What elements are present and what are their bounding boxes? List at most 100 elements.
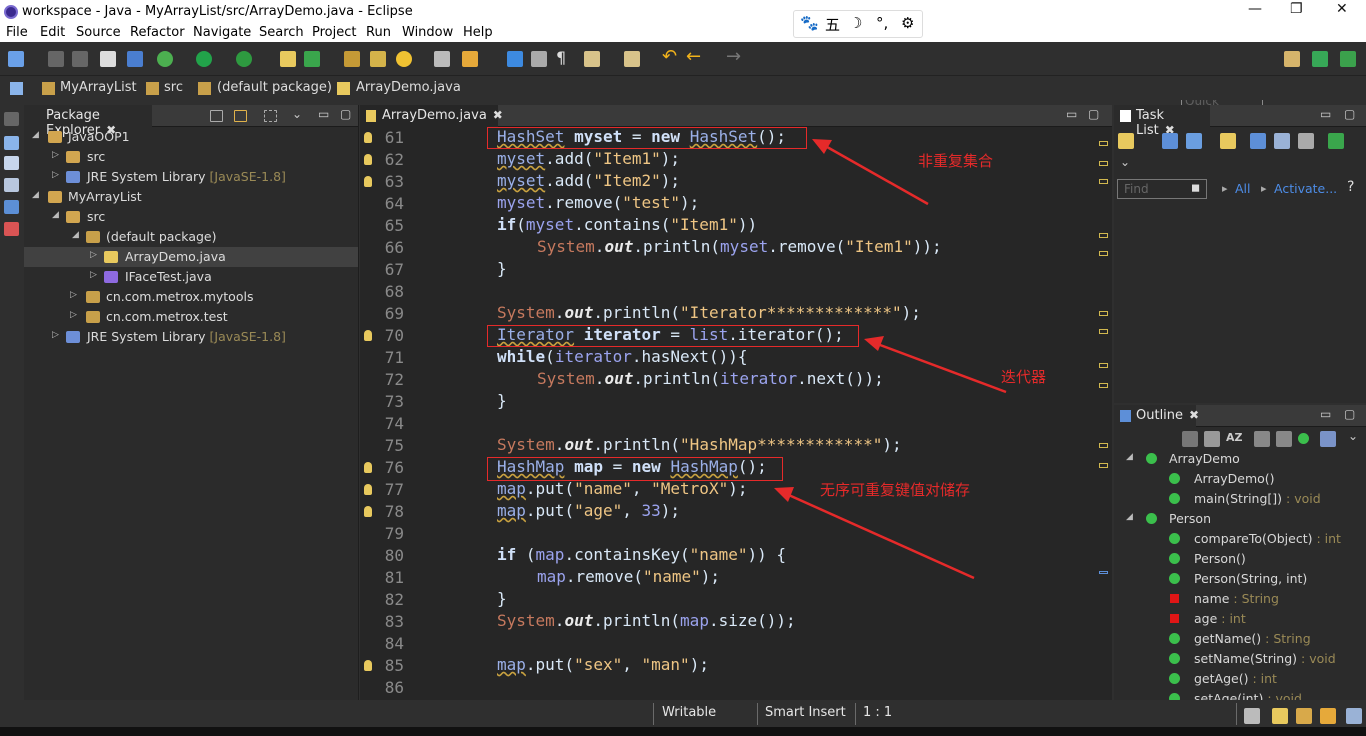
javadoc-icon[interactable] <box>4 156 19 170</box>
hide-local-types-icon[interactable] <box>1320 431 1336 447</box>
warning-marker[interactable] <box>1099 233 1108 238</box>
outline-item[interactable]: ◢ Person <box>1114 509 1366 529</box>
code-line[interactable]: } <box>497 589 507 608</box>
open-perspective-icon[interactable] <box>1284 51 1300 67</box>
skip-breakpoints-icon[interactable] <box>100 51 116 67</box>
collapse-all-icon[interactable] <box>1204 431 1220 447</box>
focus-icon[interactable] <box>264 110 277 122</box>
block-select-icon[interactable] <box>531 51 547 67</box>
code-line[interactable]: if(myset.contains("Item1")) <box>497 215 757 234</box>
status-insert-mode[interactable]: Smart Insert <box>765 705 846 720</box>
tree-item-arraydemo[interactable]: ▷ ArrayDemo.java <box>24 247 358 267</box>
prev-annotation-icon[interactable] <box>624 51 640 67</box>
code-line[interactable]: myset.add("Item2"); <box>497 171 680 190</box>
link-editor-icon[interactable] <box>234 110 247 122</box>
trim-bookmark-icon[interactable] <box>1272 708 1288 724</box>
warning-marker[interactable] <box>1099 443 1108 448</box>
trim-window-icon[interactable] <box>1244 708 1260 724</box>
outline-item[interactable]: age : int <box>1114 609 1366 629</box>
collapse-arrow-icon[interactable]: ◢ <box>1126 512 1133 522</box>
maximize-view-icon[interactable]: ▢ <box>1344 407 1355 421</box>
minimize-view-icon[interactable]: ▭ <box>318 107 329 121</box>
tab-package-explorer[interactable]: Package Explorer ✖ <box>24 105 152 138</box>
declaration-icon[interactable] <box>4 178 19 192</box>
code-line[interactable]: } <box>497 391 507 410</box>
annotation-icon[interactable] <box>434 51 450 67</box>
collapse-arrow-icon[interactable]: ◢ <box>1126 452 1133 462</box>
tree-item-src[interactable]: ◢ src <box>24 207 358 227</box>
outline-item[interactable]: getAge() : int <box>1114 669 1366 689</box>
tree-item-src[interactable]: ▷ src <box>24 147 358 167</box>
minimize-button[interactable]: — <box>1248 1 1262 17</box>
save-all-icon[interactable] <box>72 51 88 67</box>
maximize-editor-icon[interactable]: ▢ <box>1088 107 1099 121</box>
breadcrumb-file[interactable]: ArrayDemo.java <box>356 80 461 95</box>
expand-all-icon[interactable] <box>1274 133 1290 149</box>
ime-paw-icon[interactable]: 🐾 <box>800 14 819 32</box>
code-line[interactable]: if (map.containsKey("name")) { <box>497 545 786 564</box>
tree-item-test[interactable]: ▷ cn.com.metrox.test <box>24 307 358 327</box>
code-line[interactable]: System.out.println("HashMap************"… <box>497 435 902 454</box>
new-task-icon[interactable] <box>1118 133 1134 149</box>
outline-item[interactable]: ◢ ArrayDemo <box>1114 449 1366 469</box>
warning-marker[interactable] <box>1099 311 1108 316</box>
collapse-arrow-icon[interactable]: ◢ <box>72 230 79 240</box>
code-line[interactable]: System.out.println("Iterator************… <box>497 303 921 322</box>
code-area[interactable]: HashSet myset = new HashSet(); myset.add(… <box>360 127 1100 700</box>
open-task-icon[interactable] <box>370 51 386 67</box>
warning-marker[interactable] <box>1099 383 1108 388</box>
warning-marker[interactable] <box>1099 161 1108 166</box>
mark-complete-icon[interactable] <box>1328 133 1344 149</box>
tab-arraydemo-java[interactable]: ArrayDemo.java ✖ <box>360 105 503 127</box>
ime-moon-icon[interactable]: ☽ <box>849 14 862 32</box>
menu-edit[interactable]: Edit <box>40 25 65 40</box>
tree-item-ifacetest[interactable]: ▷ IFaceTest.java <box>24 267 358 287</box>
whitespace-icon[interactable]: ¶ <box>556 48 566 67</box>
warning-marker[interactable] <box>1099 329 1108 334</box>
code-line[interactable]: while(iterator.hasNext()){ <box>497 347 747 366</box>
outline-item[interactable]: compareTo(Object) : int <box>1114 529 1366 549</box>
new-java-project-icon[interactable] <box>280 51 296 67</box>
menu-project[interactable]: Project <box>312 25 356 40</box>
warning-marker[interactable] <box>1099 251 1108 256</box>
tree-item-myarraylist[interactable]: ◢ MyArrayList <box>24 187 358 207</box>
warning-marker[interactable] <box>1099 463 1108 468</box>
hide-nonpublic-icon[interactable] <box>1298 433 1309 444</box>
next-annotation-icon[interactable] <box>584 51 600 67</box>
outline-item[interactable]: main(String[]) : void <box>1114 489 1366 509</box>
collapse-all-icon[interactable] <box>210 110 223 122</box>
warning-marker[interactable] <box>1099 141 1108 146</box>
menu-window[interactable]: Window <box>402 25 453 40</box>
focus-icon[interactable] <box>1182 431 1198 447</box>
java-perspective-icon[interactable] <box>1312 51 1328 67</box>
menu-help[interactable]: Help <box>463 25 493 40</box>
code-line[interactable]: map.put("name", "MetroX"); <box>497 479 747 498</box>
code-line[interactable]: myset.remove("test"); <box>497 193 699 212</box>
breadcrumb-src[interactable]: src <box>164 80 183 95</box>
sync-icon[interactable] <box>1298 133 1314 149</box>
ime-mode-label[interactable]: 五 <box>825 14 840 35</box>
expand-arrow-icon[interactable]: ▷ <box>52 330 59 340</box>
sort-icon[interactable]: AZ <box>1226 431 1243 444</box>
outline-item[interactable]: name : String <box>1114 589 1366 609</box>
hide-static-icon[interactable] <box>1276 431 1292 447</box>
code-line[interactable]: System.out.println(myset.remove("Item1")… <box>537 237 942 256</box>
chevron-down-icon[interactable]: ⌄ <box>1120 155 1130 169</box>
outline-item[interactable]: getName() : String <box>1114 629 1366 649</box>
warning-marker[interactable] <box>1099 363 1108 368</box>
breadcrumb-project[interactable]: MyArrayList <box>60 80 137 95</box>
outline-item[interactable]: Person() <box>1114 549 1366 569</box>
new-icon[interactable] <box>8 51 24 67</box>
dropdown-arrow-icon[interactable]: ▸ <box>1261 182 1267 195</box>
run-external-icon[interactable] <box>236 51 252 67</box>
ime-settings-icon[interactable]: ⚙ <box>901 14 914 32</box>
console-icon[interactable] <box>4 200 19 214</box>
view-menu-icon[interactable]: ⌄ <box>1348 429 1358 443</box>
tree-item-mytools[interactable]: ▷ cn.com.metrox.mytools <box>24 287 358 307</box>
problems-icon[interactable] <box>4 222 19 236</box>
minimize-view-icon[interactable]: ▭ <box>1320 107 1331 121</box>
run-icon[interactable] <box>196 51 212 67</box>
view-menu-icon[interactable]: ⌄ <box>292 107 302 121</box>
help-icon[interactable]: ? <box>1347 179 1354 195</box>
open-type-icon[interactable] <box>344 51 360 67</box>
